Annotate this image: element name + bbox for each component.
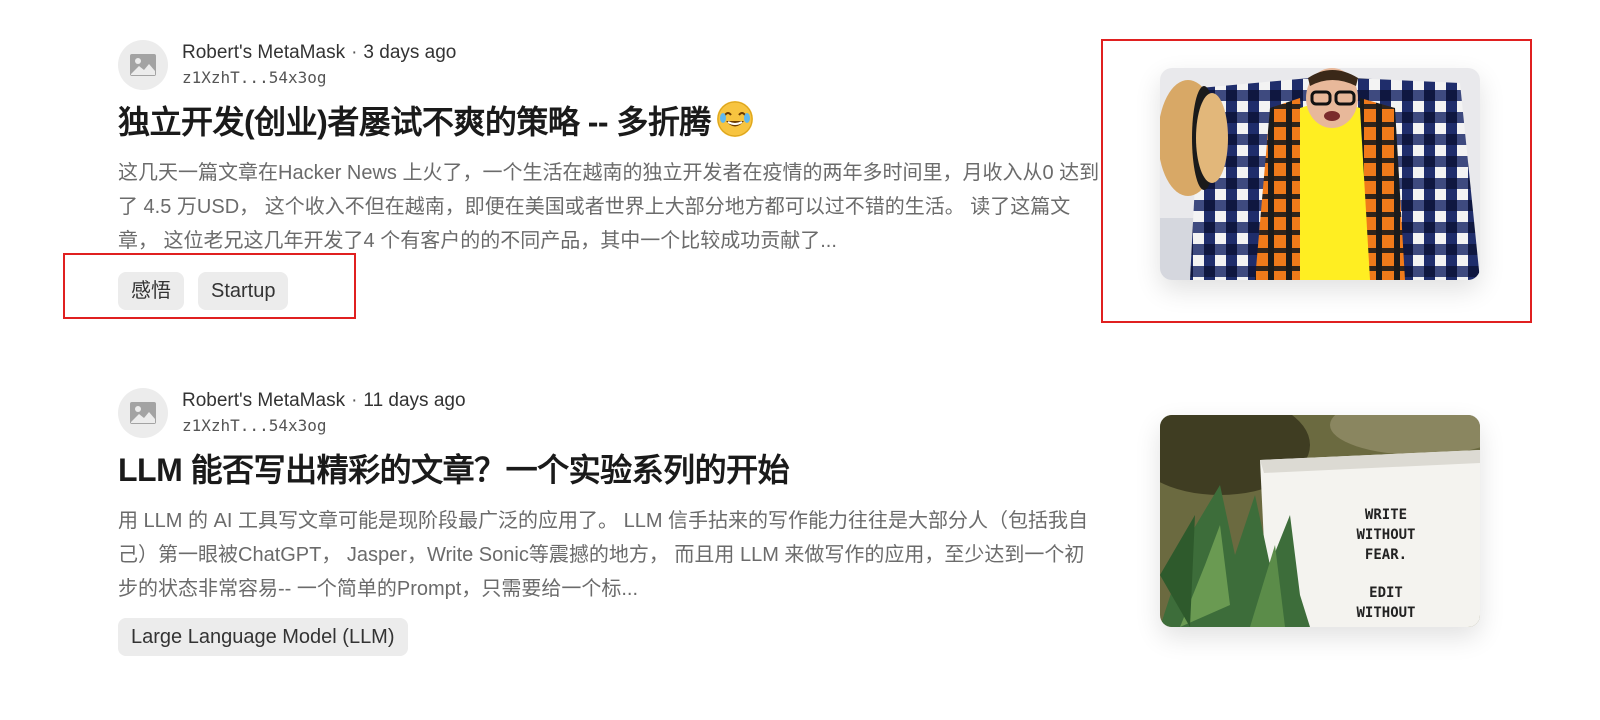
post-excerpt: 用 LLM 的 AI 工具写文章可能是现阶段最广泛的应用了。 LLM 信手拈来的… (118, 510, 1089, 600)
laughing-emoji-icon (716, 101, 753, 137)
card-text-line: EDIT (1369, 585, 1403, 601)
post-feed: Robert's MetaMask · 3 days ago z1XzhT...54… (0, 0, 1600, 720)
card-text-line: WRITE (1365, 507, 1407, 523)
image-placeholder-icon (130, 54, 156, 76)
tag-chip[interactable]: 感悟 (118, 272, 184, 310)
tag-chip[interactable]: Large Language Model (LLM) (118, 618, 408, 656)
post-title[interactable]: 独立开发(创业)者屡试不爽的策略 -- 多折腾 (118, 100, 753, 144)
post-byline: Robert's MetaMask · 3 days ago (182, 41, 456, 65)
tag-list: Large Language Model (LLM) (118, 618, 408, 656)
image-placeholder-icon (130, 402, 156, 424)
wallet-address: z1XzhT...54x3og (182, 68, 327, 87)
card-text-line: WITHOUT (1356, 527, 1415, 543)
author-name[interactable]: Robert's MetaMask (182, 42, 345, 63)
byline-separator: · (351, 390, 358, 411)
author-avatar[interactable] (118, 388, 168, 438)
tag-list: 感悟 Startup (118, 272, 289, 310)
post-title[interactable]: LLM 能否写出精彩的文章？一个实验系列的开始 (118, 448, 790, 492)
card-text-line: WITHOUT (1356, 605, 1415, 621)
post-title-text: 独立开发(创业)者屡试不爽的策略 -- 多折腾 (118, 104, 711, 140)
man-in-plaid-shirt-photo (1160, 68, 1480, 280)
post-time: 3 days ago (363, 42, 457, 63)
card-text-line: FEAR. (1365, 547, 1407, 563)
author-name[interactable]: Robert's MetaMask (182, 390, 345, 411)
write-without-fear-photo: WRITE WITHOUT FEAR. EDIT WITHOUT (1160, 415, 1480, 627)
author-avatar[interactable] (118, 40, 168, 90)
post-thumbnail[interactable] (1160, 68, 1480, 280)
post-time: 11 days ago (363, 390, 466, 411)
wallet-address: z1XzhT...54x3og (182, 416, 327, 435)
tag-chip[interactable]: Startup (198, 272, 289, 310)
byline-separator: · (351, 42, 358, 63)
post-excerpt: 这几天一篇文章在Hacker News 上火了，一个生活在越南的独立开发者在疫情… (118, 162, 1100, 252)
post-byline: Robert's MetaMask · 11 days ago (182, 389, 466, 413)
post-thumbnail[interactable]: WRITE WITHOUT FEAR. EDIT WITHOUT (1160, 415, 1480, 627)
